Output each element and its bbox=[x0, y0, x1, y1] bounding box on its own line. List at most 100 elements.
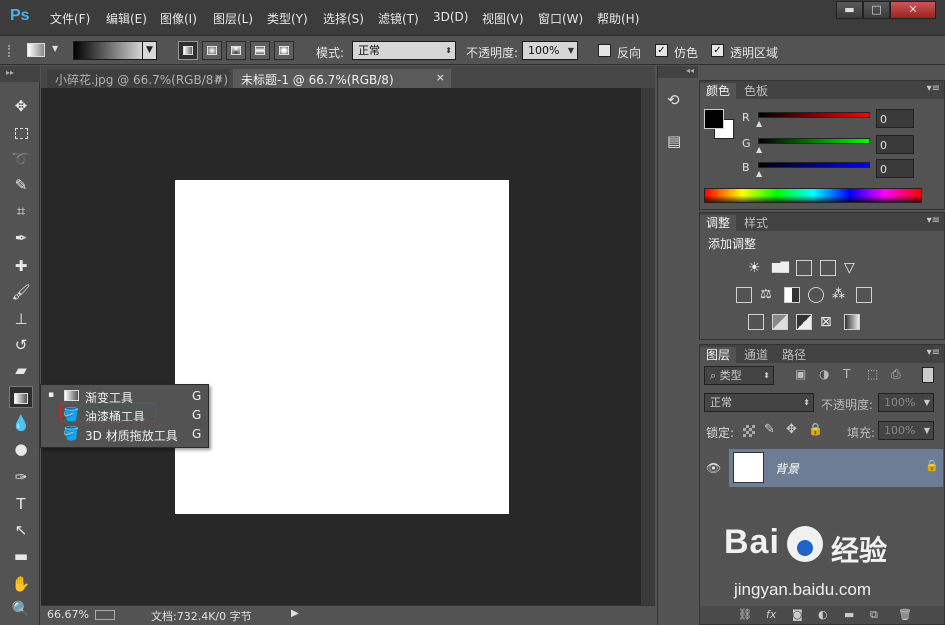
menu-type[interactable]: 类型(Y) bbox=[267, 10, 308, 27]
menu-filter[interactable]: 滤镜(T) bbox=[378, 10, 419, 27]
layer-opacity-input[interactable]: 100% ▼ bbox=[878, 393, 934, 412]
tab-paths[interactable]: 路径 bbox=[776, 347, 812, 363]
new-layer-icon[interactable]: ⧉ bbox=[870, 608, 878, 622]
eraser-tool-icon[interactable]: ▰ bbox=[9, 359, 33, 381]
exposure-icon[interactable] bbox=[820, 260, 836, 276]
new-adjustment-layer-icon[interactable]: ◐ bbox=[818, 608, 828, 621]
photo-filter-icon[interactable] bbox=[808, 287, 824, 303]
channel-mixer-icon[interactable]: ⁂ bbox=[832, 287, 848, 303]
type-filter-icon[interactable]: T bbox=[843, 367, 850, 381]
color-lookup-icon[interactable] bbox=[856, 287, 872, 303]
channel-bar[interactable] bbox=[758, 138, 870, 144]
brush-tool-icon[interactable]: 🖌 bbox=[9, 281, 33, 303]
tab-close-icon[interactable]: × bbox=[214, 71, 223, 84]
menu-image[interactable]: 图像(I) bbox=[160, 10, 197, 27]
brightness-contrast-icon[interactable]: ☀ bbox=[748, 260, 764, 276]
gradient-map-icon[interactable] bbox=[844, 314, 860, 330]
tab-adjustments[interactable]: 调整 bbox=[700, 215, 737, 231]
history-brush-tool-icon[interactable]: ↺ bbox=[9, 334, 33, 356]
selective-color-icon[interactable]: ⊠ bbox=[820, 314, 836, 330]
link-layers-icon[interactable]: ⛓ bbox=[738, 608, 752, 621]
dodge-tool-icon[interactable]: ● bbox=[9, 438, 33, 460]
menu-view[interactable]: 视图(V) bbox=[482, 10, 524, 27]
panel-menu-icon[interactable]: ▾≡ bbox=[927, 215, 940, 226]
color-spectrum-ramp[interactable] bbox=[704, 188, 922, 203]
dither-checkbox[interactable]: ✓ bbox=[655, 44, 668, 57]
radial-gradient-button[interactable] bbox=[202, 41, 222, 60]
menu-edit[interactable]: 编辑(E) bbox=[106, 10, 147, 27]
move-tool-icon[interactable]: ✥ bbox=[9, 95, 33, 117]
flyout-item-3d-material-drop[interactable]: 🪣 3D 材质拖放工具 G bbox=[41, 425, 208, 444]
maximize-button[interactable]: □ bbox=[863, 1, 890, 19]
slider-thumb-icon[interactable]: ▲ bbox=[756, 169, 762, 178]
hue-saturation-icon[interactable] bbox=[736, 287, 752, 303]
zoom-tool-icon[interactable]: 🔍 bbox=[9, 598, 33, 620]
properties-icon[interactable]: ▤ bbox=[667, 132, 681, 150]
channel-bar[interactable] bbox=[758, 162, 870, 168]
pen-tool-icon[interactable]: ✑ bbox=[9, 466, 33, 488]
gradient-tool-preset-icon[interactable] bbox=[27, 43, 45, 57]
tab-document-2[interactable]: 未标题-1 @ 66.7%(RGB/8) × bbox=[233, 69, 451, 88]
shape-filter-icon[interactable]: ⬚ bbox=[867, 367, 878, 381]
tab-layers[interactable]: 图层 bbox=[700, 347, 737, 363]
rectangle-tool-icon[interactable]: ▬ bbox=[9, 545, 33, 567]
lasso-tool-icon[interactable]: ➰ bbox=[9, 148, 33, 170]
mode-select[interactable]: 正常 ⬍ bbox=[352, 41, 456, 60]
tab-styles[interactable]: 样式 bbox=[738, 215, 774, 231]
layer-row-background[interactable]: 👁 背景 🔒 bbox=[700, 449, 944, 487]
history-icon[interactable]: ⟲ bbox=[667, 91, 680, 109]
vibrance-icon[interactable]: ▽ bbox=[844, 260, 860, 276]
panel-collapse-icon[interactable]: ◂◂ bbox=[658, 66, 698, 78]
diamond-gradient-button[interactable] bbox=[274, 41, 294, 60]
green-channel-slider[interactable]: G ▲ 0 bbox=[700, 135, 944, 155]
slider-thumb-icon[interactable]: ▲ bbox=[756, 145, 762, 154]
curves-icon[interactable] bbox=[796, 260, 812, 276]
filter-toggle[interactable] bbox=[922, 367, 934, 383]
transparency-checkbox[interactable]: ✓ bbox=[711, 44, 724, 57]
tab-close-icon[interactable]: × bbox=[436, 71, 445, 84]
tools-collapse-icon[interactable]: ▸▸ bbox=[0, 66, 40, 82]
reverse-checkbox[interactable] bbox=[598, 44, 611, 57]
marquee-tool-icon[interactable] bbox=[9, 122, 33, 144]
black-white-icon[interactable] bbox=[784, 287, 800, 303]
adjustment-filter-icon[interactable]: ◑ bbox=[819, 367, 829, 381]
menu-window[interactable]: 窗口(W) bbox=[538, 10, 583, 27]
blue-channel-slider[interactable]: B ▲ 0 bbox=[700, 159, 944, 179]
path-selection-tool-icon[interactable]: ↖ bbox=[9, 519, 33, 541]
opacity-input[interactable]: 100% ▼ bbox=[522, 41, 578, 60]
lock-position-icon[interactable]: ✥ bbox=[786, 422, 797, 437]
linear-gradient-button[interactable] bbox=[178, 41, 198, 60]
menu-file[interactable]: 文件(F) bbox=[50, 10, 90, 27]
tab-channels[interactable]: 通道 bbox=[738, 347, 774, 363]
angle-gradient-button[interactable] bbox=[226, 41, 246, 60]
lock-image-icon[interactable]: ✎ bbox=[764, 422, 775, 437]
lock-all-icon[interactable]: 🔒 bbox=[808, 422, 823, 436]
channel-value[interactable]: 0 bbox=[876, 159, 914, 178]
crop-tool-icon[interactable]: ⌗ bbox=[9, 200, 33, 222]
clone-stamp-tool-icon[interactable]: ⊥ bbox=[9, 308, 33, 330]
fx-icon[interactable]: fx bbox=[766, 608, 776, 621]
menu-3d[interactable]: 3D(D) bbox=[433, 10, 468, 24]
preset-dropdown-icon[interactable]: ▼ bbox=[52, 44, 58, 53]
gradient-tool-icon[interactable] bbox=[9, 386, 33, 408]
layer-filter-select[interactable]: ⌕ 类型 ⬍ bbox=[704, 366, 774, 385]
lock-transparent-icon[interactable] bbox=[743, 425, 755, 437]
menu-select[interactable]: 选择(S) bbox=[323, 10, 364, 27]
add-mask-icon[interactable]: ◙ bbox=[792, 608, 803, 621]
tab-color[interactable]: 颜色 bbox=[700, 83, 737, 99]
channel-value[interactable]: 0 bbox=[876, 135, 914, 154]
grip-handle[interactable] bbox=[8, 45, 14, 57]
levels-icon[interactable]: ▆▇ bbox=[772, 260, 789, 276]
red-channel-slider[interactable]: R ▲ 0 bbox=[700, 109, 944, 129]
layer-name[interactable]: 背景 bbox=[775, 460, 799, 477]
blend-mode-select[interactable]: 正常 ⬍ bbox=[704, 393, 814, 412]
minimize-button[interactable]: ▬ bbox=[836, 1, 863, 19]
gradient-picker-dropdown-icon[interactable]: ▼ bbox=[142, 41, 157, 60]
status-menu-arrow-icon[interactable]: ▶ bbox=[291, 608, 299, 619]
tab-document-1[interactable]: 小碎花.jpg @ 66.7%(RGB/8#) × bbox=[47, 69, 229, 88]
threshold-icon[interactable] bbox=[796, 314, 812, 330]
type-tool-icon[interactable]: T bbox=[9, 493, 33, 515]
new-group-icon[interactable]: ▬ bbox=[844, 608, 854, 621]
blur-tool-icon[interactable]: 💧 bbox=[9, 412, 33, 434]
panel-menu-icon[interactable]: ▾≡ bbox=[927, 83, 940, 94]
